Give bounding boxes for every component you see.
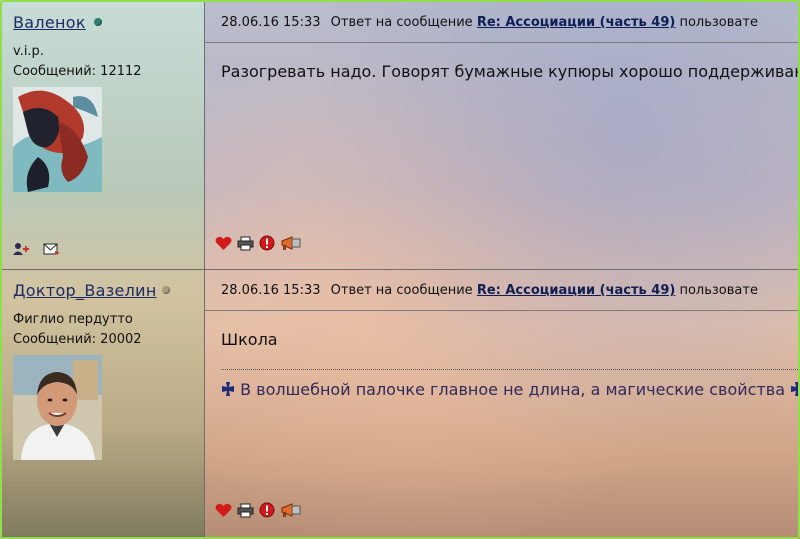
- avatar[interactable]: [13, 355, 102, 460]
- megaphone-icon[interactable]: [280, 502, 302, 522]
- signature-divider: [221, 369, 798, 370]
- messages-count: 12112: [100, 64, 142, 79]
- post-actions: [215, 502, 303, 522]
- forum-post: Доктор_Вазелин Фиглио пердутто Сообщений…: [2, 270, 798, 537]
- offline-status-icon: [162, 286, 170, 294]
- alert-icon[interactable]: [259, 235, 275, 255]
- reply-label: Ответ на сообщение: [330, 15, 473, 30]
- post-header: 28.06.16 15:33 Ответ на сообщение Re: Ас…: [205, 270, 798, 311]
- online-status-icon: [94, 18, 102, 26]
- post-author-panel: Валенок v.i.p. Сообщений: 12112: [2, 2, 204, 269]
- avatar[interactable]: [13, 87, 102, 192]
- heart-icon[interactable]: [215, 236, 232, 255]
- author-rank: Фиглио пердутто: [13, 312, 133, 327]
- author-rank: v.i.p.: [13, 44, 44, 59]
- reply-suffix: пользовате: [679, 283, 758, 298]
- printer-icon[interactable]: [237, 236, 254, 255]
- iron-cross-icon: [790, 380, 798, 399]
- megaphone-icon[interactable]: [280, 235, 302, 255]
- forum-post: Валенок v.i.p. Сообщений: 12112 28.06.16…: [2, 2, 798, 270]
- printer-icon[interactable]: [237, 503, 254, 522]
- messages-label: Сообщений:: [13, 64, 97, 79]
- post-body: Разогревать надо. Говорят бумажные купюр…: [221, 62, 800, 81]
- send-message-icon[interactable]: [43, 242, 61, 260]
- post-header: 28.06.16 15:33 Ответ на сообщение Re: Ас…: [205, 2, 798, 43]
- reply-suffix: пользовате: [679, 15, 758, 30]
- signature: В волшебной палочке главное не длина, а …: [221, 380, 798, 399]
- post-datetime: 28.06.16 15:33: [221, 15, 321, 30]
- reply-thread-link[interactable]: Re: Ассоциации (часть 49): [477, 283, 676, 298]
- post-body: Школа: [221, 330, 278, 349]
- author-message-count: Сообщений: 20002: [13, 332, 142, 347]
- post-author-panel: Доктор_Вазелин Фиглио пердутто Сообщений…: [2, 270, 204, 537]
- forum-frame: Валенок v.i.p. Сообщений: 12112 28.06.16…: [0, 0, 800, 539]
- alert-icon[interactable]: [259, 502, 275, 522]
- reply-thread-link[interactable]: Re: Ассоциации (часть 49): [477, 15, 676, 30]
- reply-label: Ответ на сообщение: [330, 283, 473, 298]
- post-actions: [215, 235, 303, 255]
- author-name-link[interactable]: Валенок: [13, 13, 86, 32]
- add-user-icon[interactable]: [13, 242, 31, 260]
- iron-cross-icon: [221, 380, 240, 399]
- heart-icon[interactable]: [215, 503, 232, 522]
- messages-count: 20002: [100, 332, 142, 347]
- author-message-count: Сообщений: 12112: [13, 64, 142, 79]
- author-name-link[interactable]: Доктор_Вазелин: [13, 281, 157, 300]
- messages-label: Сообщений:: [13, 332, 97, 347]
- post-datetime: 28.06.16 15:33: [221, 283, 321, 298]
- author-actions: [13, 242, 69, 260]
- signature-text: В волшебной палочке главное не длина, а …: [240, 380, 785, 399]
